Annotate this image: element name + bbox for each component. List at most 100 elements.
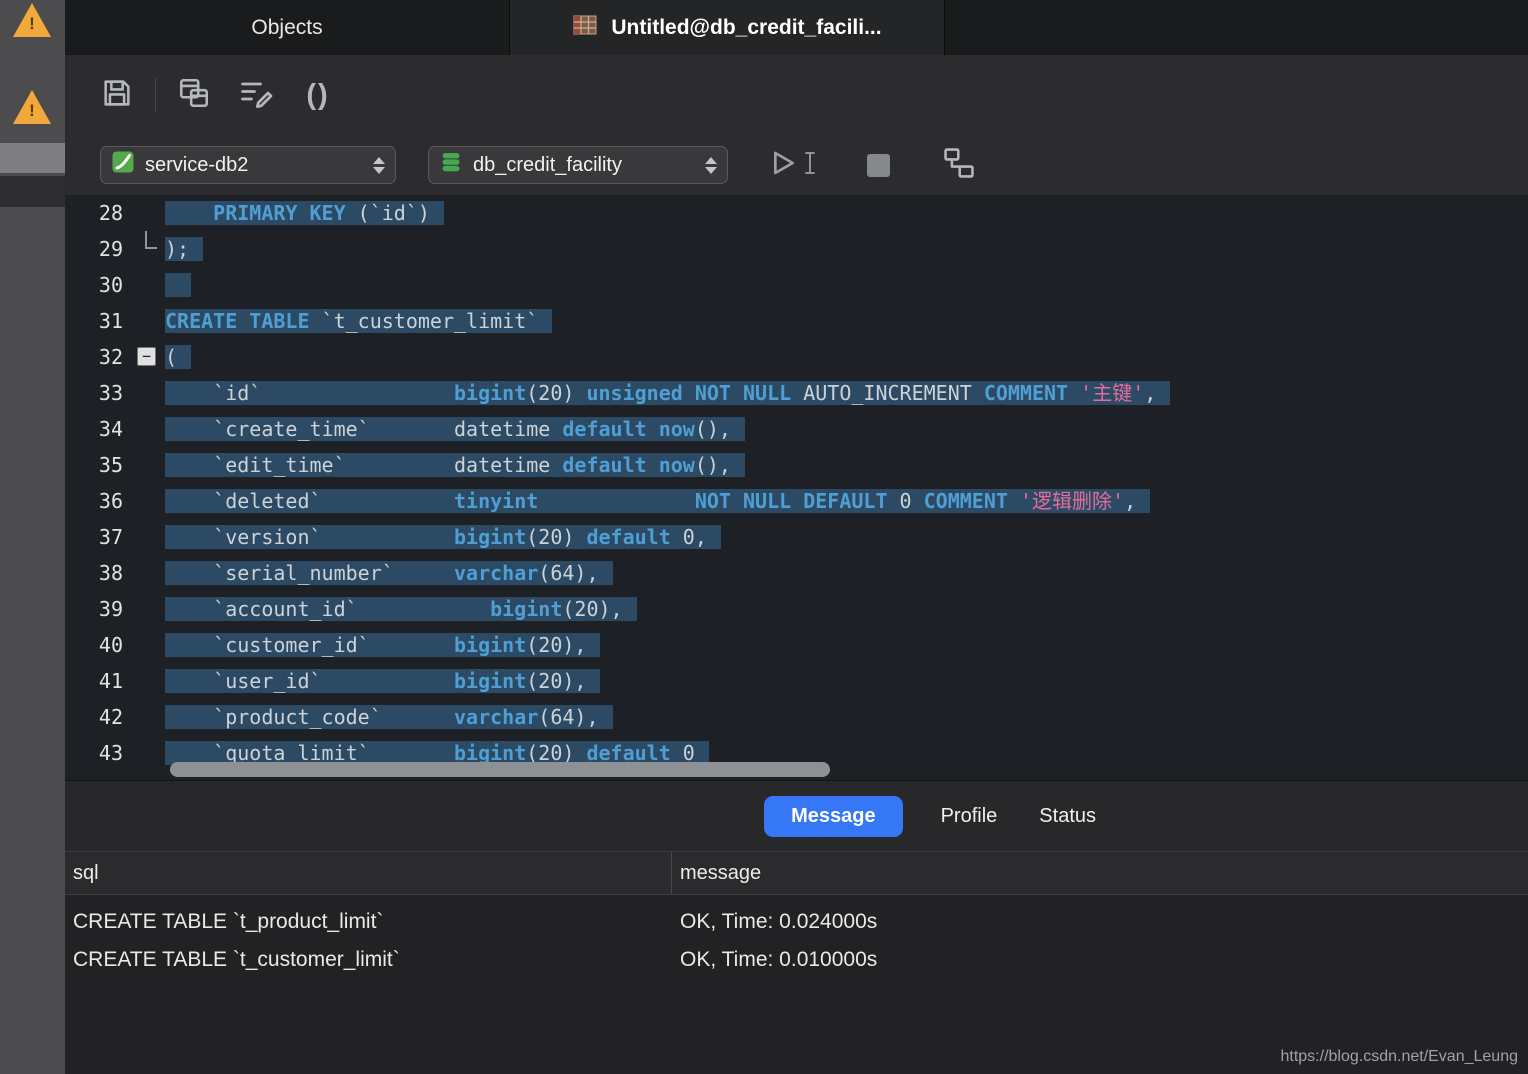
line-number: 31 <box>98 309 123 333</box>
connection-select[interactable]: service-db2 <box>100 146 396 184</box>
text-cursor-icon <box>803 150 817 181</box>
result-message-cell: OK, Time: 0.010000s <box>680 948 878 971</box>
connection-value: service-db2 <box>145 153 249 176</box>
selection-highlight: `product_code` varchar(64), <box>165 705 613 729</box>
fold-column <box>135 555 165 591</box>
fold-column <box>135 303 165 339</box>
results-body: CREATE TABLE `t_product_limit` OK, Time: … <box>65 895 1528 979</box>
result-message-cell: OK, Time: 0.024000s <box>680 910 878 933</box>
column-header-message[interactable]: message <box>672 852 1528 894</box>
selection-highlight: CREATE TABLE `t_customer_limit` <box>165 309 553 333</box>
code-text: `deleted` tinyint NOT NULL DEFAULT 0 COM… <box>165 483 1151 519</box>
tab-query[interactable]: Untitled@db_credit_facili... <box>510 0 945 55</box>
code-text: `edit_time` datetime default now(), <box>165 447 745 483</box>
app-window: ! ! Objects Untitled@db_credit_facili... <box>0 0 1528 1074</box>
left-strip: ! ! <box>0 0 65 1074</box>
editor-lines: 28 PRIMARY KEY (`id`) 29); 30 31 CREATE TAB… <box>65 195 1528 771</box>
code-line-37[interactable]: 37 `version` bigint(20) default 0, <box>65 519 1528 555</box>
column-header-sql[interactable]: sql <box>65 852 672 894</box>
beautify-sql-button[interactable] <box>234 73 278 117</box>
result-row[interactable]: CREATE TABLE `t_product_limit` OK, Time: … <box>65 903 1528 941</box>
selection-highlight: `serial_number` varchar(64), <box>165 561 613 585</box>
tab-bar: Objects Untitled@db_credit_facili... <box>65 0 1528 55</box>
code-text <box>165 267 192 303</box>
code-text: PRIMARY KEY (`id`) <box>165 195 444 231</box>
code-line-30[interactable]: 30 <box>65 267 1528 303</box>
code-line-32[interactable]: 32−( <box>65 339 1528 375</box>
code-text: `create_time` datetime default now(), <box>165 411 745 447</box>
code-line-38[interactable]: 38 `serial_number` varchar(64), <box>65 555 1528 591</box>
selection-highlight <box>165 273 192 297</box>
play-icon <box>766 147 798 184</box>
code-line-39[interactable]: 39 `account_id` bigint(20), <box>65 591 1528 627</box>
parentheses-icon: () <box>306 78 330 111</box>
code-line-41[interactable]: 41 `user_id` bigint(20), <box>65 663 1528 699</box>
code-text: CREATE TABLE `t_customer_limit` <box>165 303 553 339</box>
database-value: db_credit_facility <box>473 153 622 176</box>
sql-editor[interactable]: 28 PRIMARY KEY (`id`) 29); 30 31 CREATE TAB… <box>65 195 1528 780</box>
code-snippet-button[interactable]: () <box>296 73 340 117</box>
result-sql-cell: CREATE TABLE `t_customer_limit` <box>73 948 400 971</box>
database-select[interactable]: db_credit_facility <box>428 146 728 184</box>
tab-query-label: Untitled@db_credit_facili... <box>611 15 882 39</box>
selection-highlight: `version` bigint(20) default 0, <box>165 525 721 549</box>
query-tab-icon <box>572 12 598 44</box>
selection-highlight: ); <box>165 237 204 261</box>
fold-column <box>135 663 165 699</box>
fold-collapse-icon[interactable]: − <box>137 347 156 366</box>
tab-objects-label: Objects <box>251 15 323 39</box>
results-tabs: Message Profile Status <box>65 781 1528 851</box>
code-line-34[interactable]: 34 `create_time` datetime default now(), <box>65 411 1528 447</box>
results-tab-message[interactable]: Message <box>764 795 903 837</box>
code-line-42[interactable]: 42 `product_code` varchar(64), <box>65 699 1528 735</box>
selection-highlight: `edit_time` datetime default now(), <box>165 453 745 477</box>
selection-highlight: `user_id` bigint(20), <box>165 669 601 693</box>
h-scrollbar-thumb[interactable] <box>170 762 830 777</box>
connection-icon <box>111 150 135 180</box>
fold-column <box>135 591 165 627</box>
fold-column <box>135 375 165 411</box>
code-line-35[interactable]: 35 `edit_time` datetime default now(), <box>65 447 1528 483</box>
fold-column <box>135 411 165 447</box>
connection-bar: service-db2 db_credit_facility <box>65 135 1528 195</box>
code-text: `serial_number` varchar(64), <box>165 555 613 591</box>
selection-highlight: `customer_id` bigint(20), <box>165 633 601 657</box>
results-tab-status[interactable]: Status <box>1035 796 1100 837</box>
code-line-33[interactable]: 33 `id` bigint(20) unsigned NOT NULL AUT… <box>65 375 1528 411</box>
h-scrollbar <box>65 761 1528 778</box>
code-line-40[interactable]: 40 `customer_id` bigint(20), <box>65 627 1528 663</box>
explain-button[interactable] <box>942 146 976 185</box>
line-number: 32 <box>98 345 123 369</box>
line-number: 38 <box>98 561 123 585</box>
code-line-36[interactable]: 36 `deleted` tinyint NOT NULL DEFAULT 0 … <box>65 483 1528 519</box>
code-text: ( <box>165 339 192 375</box>
line-number: 28 <box>98 201 123 225</box>
selection-highlight: `create_time` datetime default now(), <box>165 417 745 441</box>
database-icon <box>439 150 463 180</box>
strip-light-band <box>0 143 65 173</box>
open-tables-button[interactable] <box>172 73 216 117</box>
result-row[interactable]: CREATE TABLE `t_customer_limit` OK, Time:… <box>65 941 1528 979</box>
code-text: `product_code` varchar(64), <box>165 699 613 735</box>
code-text: `customer_id` bigint(20), <box>165 627 601 663</box>
line-number: 34 <box>98 417 123 441</box>
stop-button[interactable] <box>867 153 890 177</box>
warning-icon[interactable]: ! <box>13 90 51 124</box>
code-line-28[interactable]: 28 PRIMARY KEY (`id`) <box>65 195 1528 231</box>
selection-highlight: `account_id` bigint(20), <box>165 597 637 621</box>
line-number: 40 <box>98 633 123 657</box>
toolbar-separator <box>155 78 156 112</box>
tab-objects[interactable]: Objects <box>65 0 510 55</box>
line-number: 29 <box>98 237 123 261</box>
run-button[interactable] <box>766 147 817 184</box>
warning-icon[interactable]: ! <box>13 3 51 37</box>
watermark: https://blog.csdn.net/Evan_Leung <box>1280 1048 1518 1065</box>
code-text: `id` bigint(20) unsigned NOT NULL AUTO_I… <box>165 375 1171 411</box>
save-button[interactable] <box>95 73 139 117</box>
fold-column <box>135 267 165 303</box>
code-line-31[interactable]: 31 CREATE TABLE `t_customer_limit` <box>65 303 1528 339</box>
results-tab-profile[interactable]: Profile <box>937 796 1002 837</box>
fold-column <box>135 447 165 483</box>
code-line-29[interactable]: 29); <box>65 231 1528 267</box>
fold-end-guide <box>145 231 157 249</box>
